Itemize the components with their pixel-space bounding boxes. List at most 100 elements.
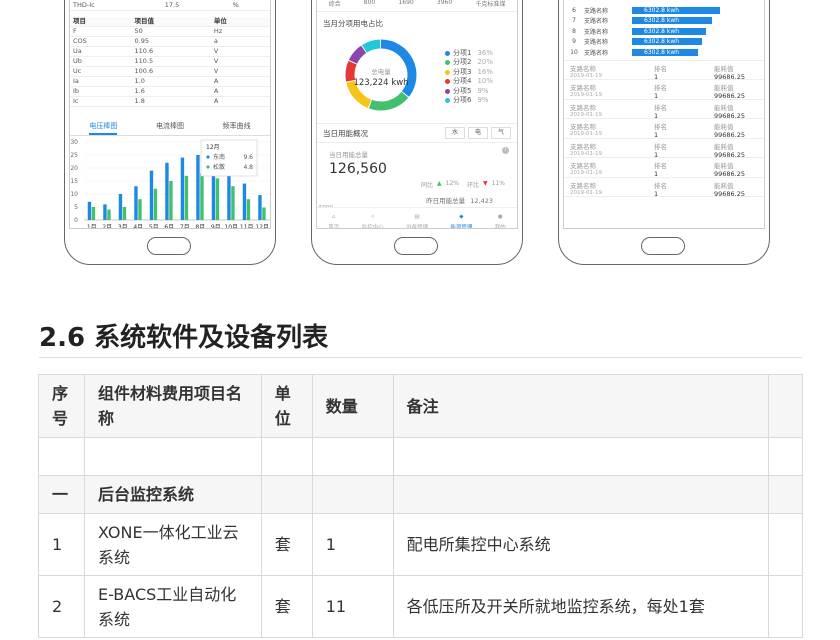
bottom-nav: ⌂ 首页 ✧ 监控中心 ▤ 设备管理 ◆ 能源管理 ● 我的 xyxy=(317,207,517,228)
bar-东南 xyxy=(149,170,154,220)
total-value: 126,560 xyxy=(329,161,387,177)
legend-pct: 36% xyxy=(477,48,494,57)
nav-devices[interactable]: ▤ 设备管理 xyxy=(406,208,428,228)
tooltip-value: 9.6 xyxy=(243,154,253,161)
legend-pct: 9% xyxy=(477,96,489,104)
nav-monitor[interactable]: ✧ 监控中心 xyxy=(362,208,384,228)
electricity-button[interactable]: 电 xyxy=(468,127,488,139)
equipment-table: 序号 组件材料费用项目名称 单位 数量 备注 一 后台监控系统 1 XONE一体… xyxy=(38,374,804,638)
phone-screen: THD-Ic 17.5 % 项目 项目值 单位 F 50 Hz COS 0.95 a Ua 1… xyxy=(69,0,271,229)
bar-东南 xyxy=(165,162,169,220)
bar-松散 xyxy=(91,207,96,220)
tab-current-bar[interactable]: 电流棒图 xyxy=(156,117,184,135)
gas-button[interactable]: 气 xyxy=(491,127,511,139)
list-item[interactable]: 支路名称 排名 能耗值 2019-01-19 1 99686.25 xyxy=(564,100,764,120)
legend-swatch xyxy=(445,79,450,85)
table-row: Ic 1.8 A xyxy=(70,96,270,107)
list-item[interactable]: 支路名称 排名 能耗值 2019-01-19 1 99686.25 xyxy=(564,178,764,198)
table-row: F 50 Hz xyxy=(70,26,270,37)
rank-bar: 6302.8 kwh xyxy=(632,38,702,46)
legend-item: 分项1 36% xyxy=(445,49,493,59)
donut-center-label: 总电量 xyxy=(371,68,391,76)
x-tick-label: 3月 xyxy=(118,224,128,229)
bar-东南 xyxy=(103,204,107,220)
record-list: 支路名称 排名 能耗值 2019-01-19 1 99686.25 支路名称 排名 能耗值 201… xyxy=(564,61,764,198)
legend-item: 分项6 9% xyxy=(445,96,493,106)
legend-name: 分项5 xyxy=(453,86,472,95)
x-tick-label: 6月 xyxy=(164,224,174,229)
monitor-icon: ✧ xyxy=(370,214,375,220)
legend-name: 分项1 xyxy=(453,48,472,57)
bar-松散 xyxy=(215,178,220,220)
list-item[interactable]: 支路名称 排名 能耗值 2019-01-19 1 99686.25 xyxy=(564,139,764,159)
donut-center-value: 123,224 kwh xyxy=(353,78,409,88)
legend-name: 分项3 xyxy=(453,67,472,76)
water-button[interactable]: 水 xyxy=(445,127,465,139)
legend-pct: 9% xyxy=(477,86,489,95)
pie-legend: 分项1 36% 分项2 20% 分项3 16% 分项4 10% 分项5 9% 分项6 9% xyxy=(445,49,493,106)
x-tick-label: 1月 xyxy=(87,224,97,229)
x-tick-label: 11月 xyxy=(240,224,254,229)
bar-松散 xyxy=(122,207,127,220)
legend-swatch xyxy=(445,88,450,94)
bar-松散 xyxy=(138,199,142,220)
info-icon[interactable]: i xyxy=(502,147,509,154)
x-tick-label: 4月 xyxy=(133,224,143,229)
bar-松散 xyxy=(169,181,173,220)
tooltip-swatch xyxy=(206,155,210,159)
summary-row: 综合 800 1690 3960 千克标准煤 xyxy=(328,0,506,8)
home-button[interactable] xyxy=(147,237,191,255)
bar-东南 xyxy=(134,186,138,220)
rank-row: 6 支路名称 6302.8 kwh xyxy=(564,5,764,16)
legend-name: 分项6 xyxy=(453,96,472,104)
table-group-row: 一 后台监控系统 xyxy=(38,475,804,514)
rank-bar: 6302.8 kwh xyxy=(632,27,706,35)
devices-icon: ▤ xyxy=(414,214,420,220)
legend-pct: 16% xyxy=(477,67,494,76)
list-item[interactable]: 支路名称 排名 能耗值 2019-01-19 1 99686.25 xyxy=(564,80,764,100)
home-button[interactable] xyxy=(641,237,685,255)
rank-bar: 6302.8 kwh xyxy=(632,17,712,25)
y-tick-label: 25 xyxy=(70,152,78,159)
nav-home[interactable]: ⌂ 首页 xyxy=(328,208,339,228)
legend-pct: 20% xyxy=(477,58,494,66)
bar-松散 xyxy=(107,209,111,220)
legend-item: 分项3 16% xyxy=(445,68,493,78)
nav-energy[interactable]: ◆ 能源管理 xyxy=(450,208,472,228)
up-arrow-icon: ▲ xyxy=(437,180,442,187)
x-tick-label: 8月 xyxy=(195,224,205,229)
nav-mine[interactable]: ● 我的 xyxy=(495,208,506,228)
table-row: Ub 110.5 V xyxy=(70,56,270,67)
x-tick-label: 10月 xyxy=(224,224,238,229)
table-header-row: 序号 组件材料费用项目名称 单位 数量 备注 xyxy=(38,374,804,438)
bar-松散 xyxy=(153,188,158,220)
donut-slice xyxy=(368,91,409,111)
bar-东南 xyxy=(242,183,247,220)
section-title: 2.6 系统软件及设备列表 xyxy=(39,323,329,353)
tab-frequency-curve[interactable]: 频率曲线 xyxy=(223,117,251,135)
legend-swatch xyxy=(445,60,450,66)
daily-title: 当日用能概况 xyxy=(323,128,368,138)
bar-松散 xyxy=(246,199,251,220)
yesterday-row: 昨日用能总量 12,423 xyxy=(426,197,493,205)
tooltip-series: 松散 xyxy=(213,163,225,171)
list-item[interactable]: 支路名称 排名 能耗值 2019-01-19 1 99686.25 xyxy=(564,158,764,178)
legend-swatch xyxy=(445,69,450,75)
home-button[interactable] xyxy=(394,237,438,255)
monthly-bar-chart: 0510152025301月 2月 3月 4月 5月 6月 7月 8月 9月 10月 11月 12月1… xyxy=(70,139,270,229)
y-tick-label: 0 xyxy=(74,217,78,224)
tab-voltage-bar[interactable]: 电压棒图 xyxy=(89,117,118,135)
table-row: 2 E-BACS工业自动化系统 套 11 各低压所及开关所就地监控系统，每处1套 xyxy=(38,575,804,638)
pie-card: 总电量 123,224 kwh 分项1 36% 分项2 20% 分项3 16% 分项4 10%… xyxy=(317,31,517,123)
daily-header: 当日用能概况 水电气 xyxy=(317,124,517,142)
header-qty: 数量 xyxy=(311,374,394,438)
phone-screen: 综合 800 1690 3960 千克标准煤 当月分项用电占比 总电量 123,… xyxy=(316,0,518,229)
table-row: 1 XONE一体化工业云系统 套 1 配电所集控中心系统 xyxy=(38,513,804,576)
y-tick-label: 5 xyxy=(74,204,78,211)
list-item[interactable]: 支路名称 排名 能耗值 2019-01-19 1 99686.25 xyxy=(564,61,764,81)
list-item[interactable]: 支路名称 排名 能耗值 2019-01-19 1 99686.25 xyxy=(564,119,764,139)
header-extra xyxy=(767,374,804,438)
daily-summary: 当日用能总量 i 126,560 同比 ▲ 12% 环比 ▼ 11% 昨日用能总… xyxy=(317,143,517,211)
table-row: COS 0.95 a xyxy=(70,36,270,47)
energy-donut-chart xyxy=(345,39,417,111)
